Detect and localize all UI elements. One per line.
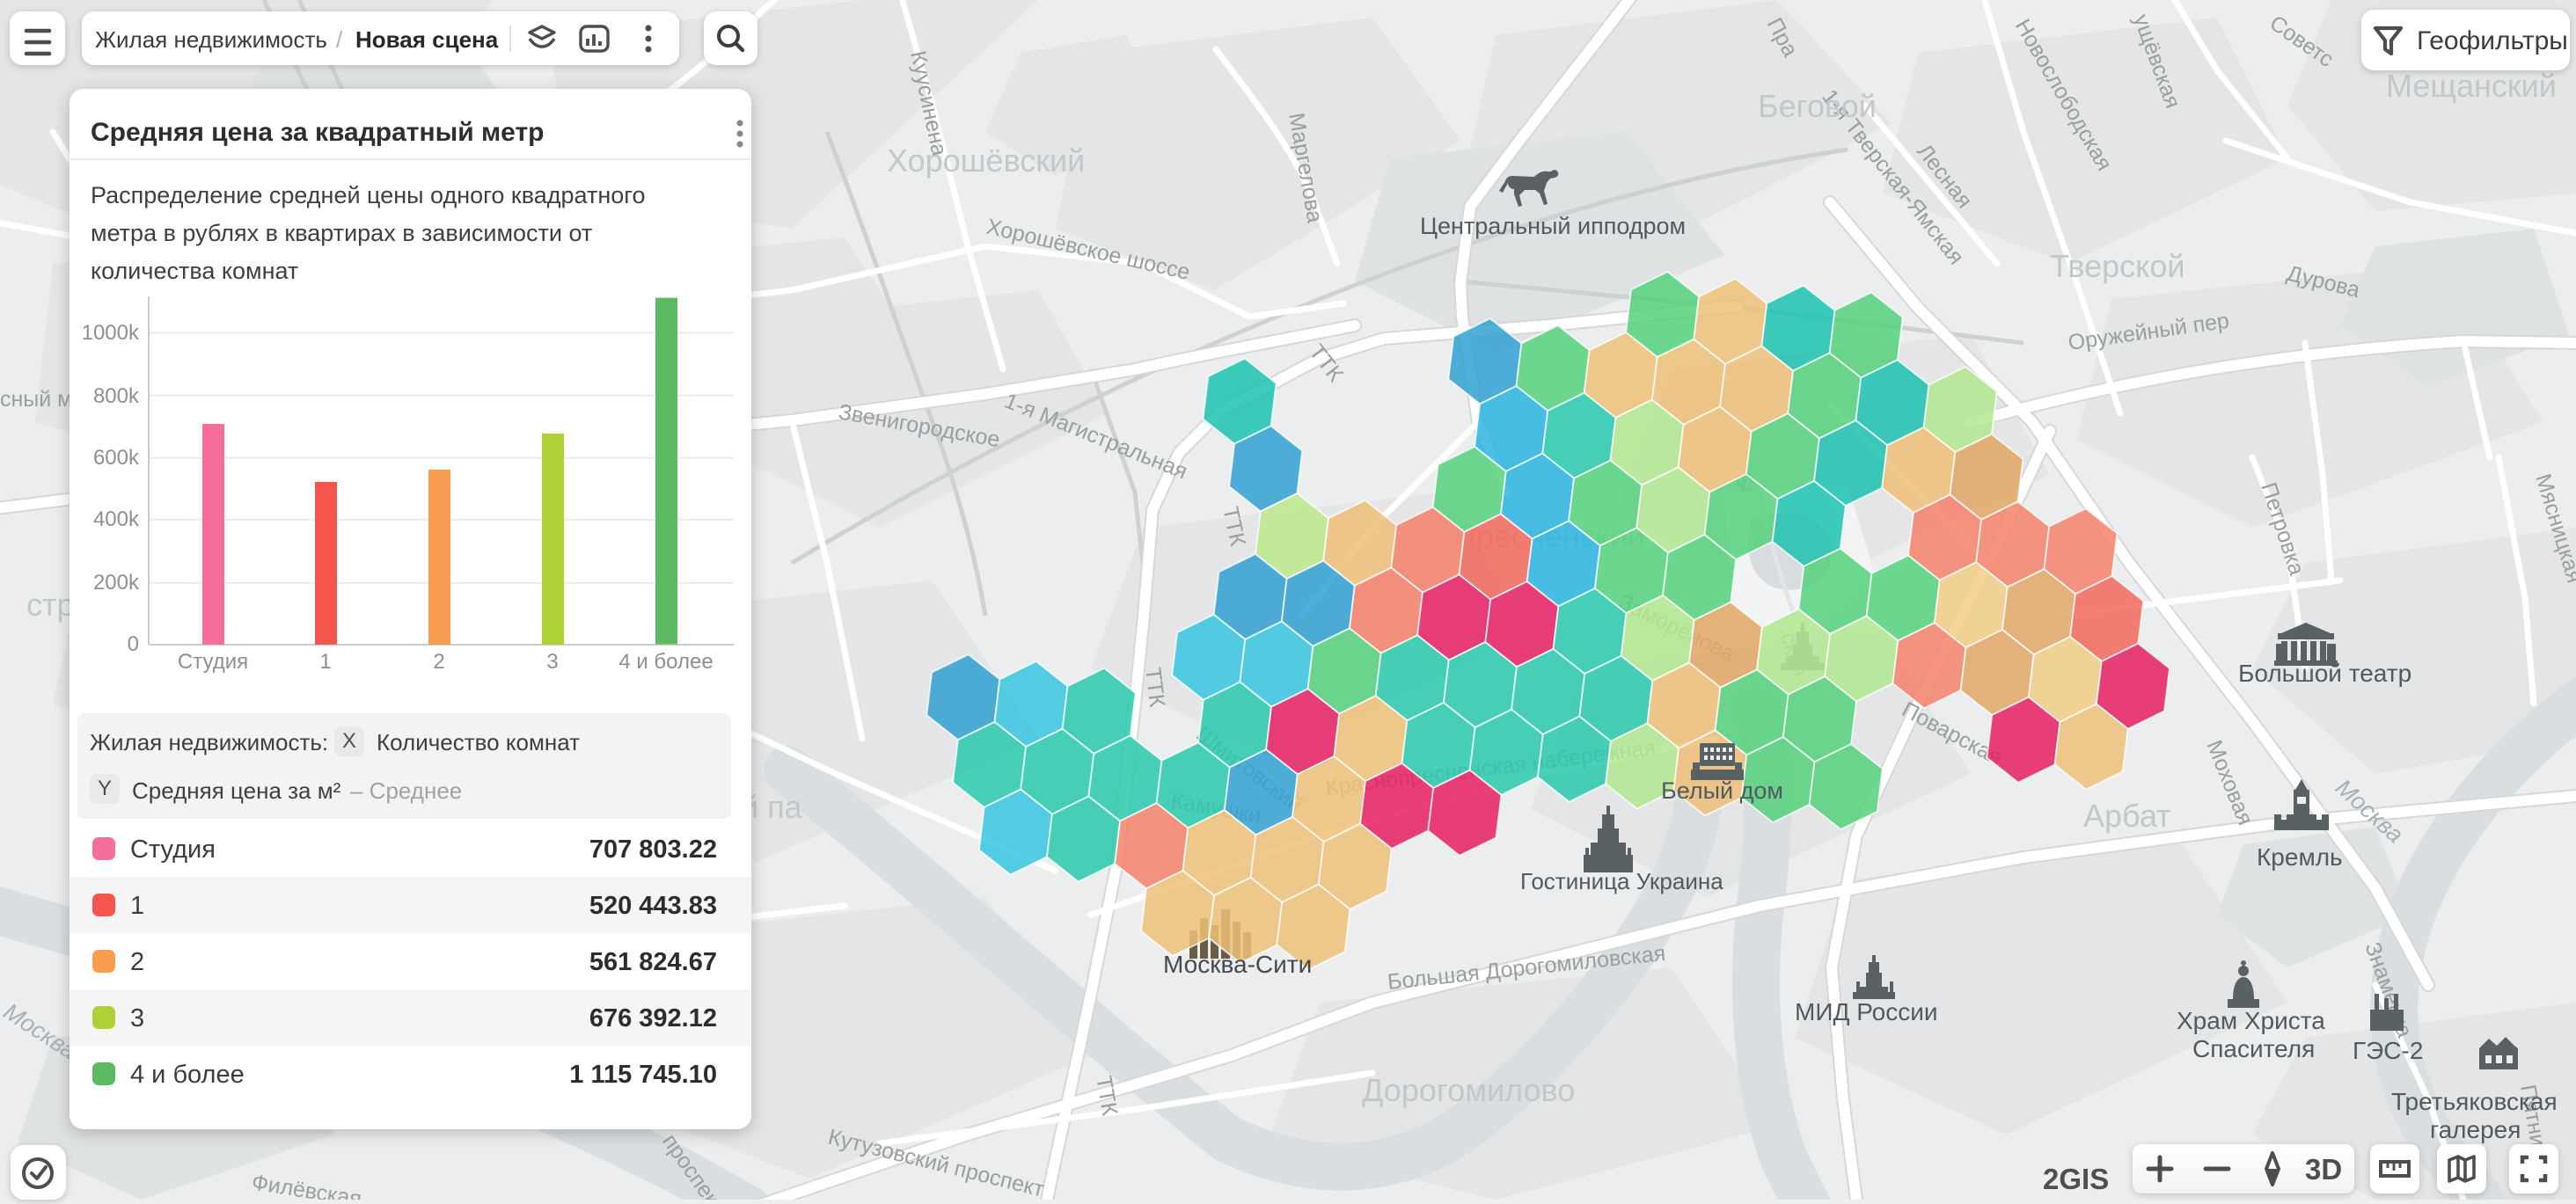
- svg-text:галерея: галерея: [2430, 1116, 2521, 1143]
- svg-text:Гостиница Украина: Гостиница Украина: [1520, 868, 1723, 894]
- svg-text:1: 1: [319, 650, 331, 674]
- svg-text:600k: 600k: [93, 446, 140, 470]
- svg-text:200k: 200k: [93, 571, 140, 595]
- svg-text:Арбат: Арбат: [2083, 798, 2171, 834]
- svg-text:Беговой: Беговой: [1758, 88, 1877, 124]
- svg-text:800k: 800k: [93, 384, 140, 408]
- svg-text:2: 2: [433, 650, 444, 674]
- svg-text:Третьяковская: Третьяковская: [2391, 1088, 2558, 1115]
- svg-text:Жилая недвижимость: Жилая недвижимость: [95, 26, 327, 53]
- svg-text:Мещанский: Мещанский: [2386, 68, 2557, 104]
- svg-text:0: 0: [128, 632, 139, 656]
- svg-text:Центральный ипподром: Центральный ипподром: [1420, 213, 1686, 239]
- svg-text:ТТК: ТТК: [1140, 666, 1169, 709]
- svg-text:Новая сцена: Новая сцена: [355, 26, 499, 53]
- svg-text:МИД России: МИД России: [1795, 998, 1938, 1025]
- svg-text:Кремль: Кремль: [2257, 843, 2343, 871]
- svg-text:3D: 3D: [2305, 1153, 2342, 1186]
- svg-text:Тверской: Тверской: [2050, 248, 2184, 284]
- svg-text:сный м: сный м: [0, 387, 72, 412]
- svg-text:400k: 400k: [93, 507, 140, 531]
- svg-text:Спасителя: Спасителя: [2192, 1035, 2315, 1062]
- svg-text:Хорошёвский: Хорошёвский: [887, 142, 1085, 179]
- svg-text:Большой театр: Большой театр: [2238, 660, 2411, 687]
- svg-text:4 и более: 4 и более: [618, 650, 713, 674]
- svg-text:3: 3: [546, 650, 558, 674]
- svg-text:1000k: 1000k: [82, 321, 140, 345]
- svg-text:Белый дом: Белый дом: [1661, 777, 1783, 804]
- svg-text:ГЭС-2: ГЭС-2: [2353, 1037, 2423, 1064]
- svg-text:Геофильтры: Геофильтры: [2417, 26, 2568, 55]
- svg-text:Храм Христа: Храм Христа: [2177, 1007, 2325, 1034]
- svg-text:Москва-Сити: Москва-Сити: [1163, 951, 1312, 978]
- svg-text:Дорогомилово: Дорогомилово: [1362, 1072, 1575, 1108]
- svg-text:/: /: [336, 26, 343, 53]
- svg-text:Студия: Студия: [178, 650, 248, 674]
